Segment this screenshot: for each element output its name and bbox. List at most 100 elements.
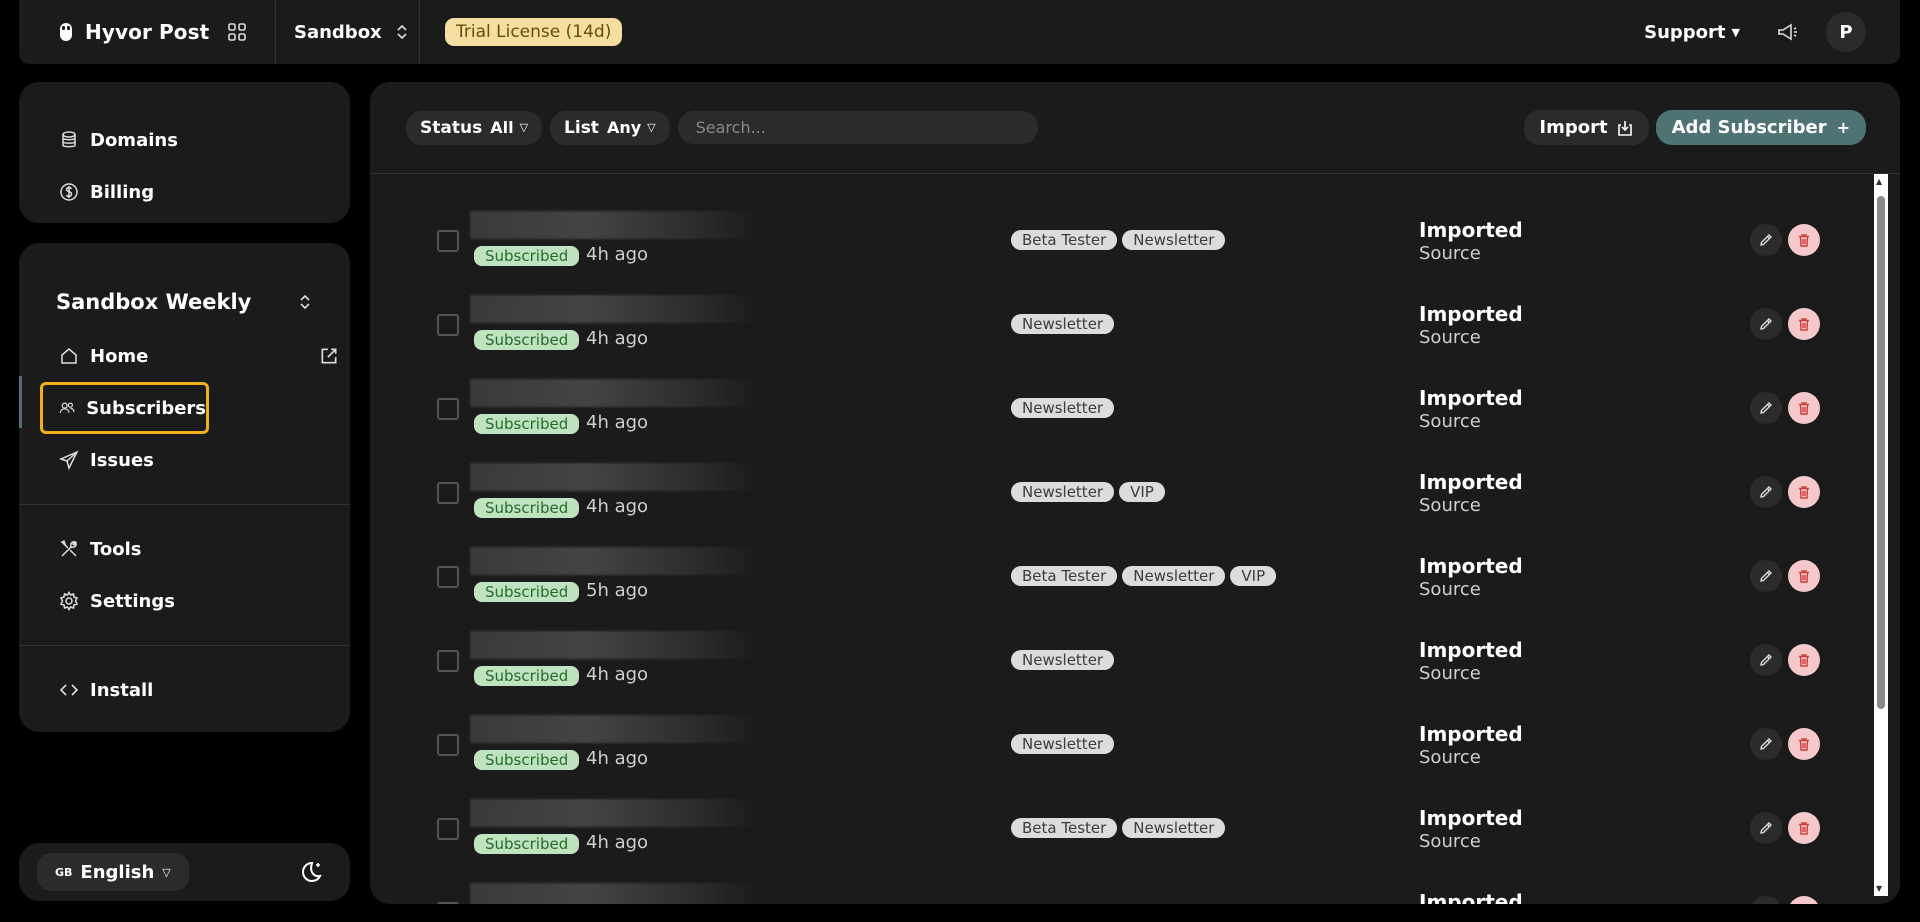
edit-button[interactable] xyxy=(1750,392,1782,424)
delete-button[interactable] xyxy=(1788,644,1820,676)
search-input[interactable] xyxy=(677,111,1038,144)
email-redacted xyxy=(470,547,760,575)
subscribed-time: 4h ago xyxy=(586,748,649,769)
dark-mode-icon[interactable] xyxy=(298,859,324,885)
edit-button[interactable] xyxy=(1750,812,1782,844)
add-subscriber-button[interactable]: Add Subscriber + xyxy=(1655,110,1866,145)
trial-license-badge[interactable]: Trial License (14d) xyxy=(445,18,623,46)
divider xyxy=(19,504,350,505)
edit-button[interactable] xyxy=(1750,224,1782,256)
row-checkbox[interactable] xyxy=(437,398,459,420)
import-button[interactable]: Import xyxy=(1524,110,1649,145)
pencil-icon xyxy=(1760,318,1772,330)
list-tag: Newsletter xyxy=(1011,734,1115,754)
row-checkbox[interactable] xyxy=(437,734,459,756)
scroll-down-icon[interactable]: ▼ xyxy=(1876,884,1882,893)
scroll-up-icon[interactable]: ▲ xyxy=(1876,177,1882,186)
table-row[interactable]: Subscribed 4h ago Beta Tester Newsletter … xyxy=(370,790,1900,874)
row-actions xyxy=(1750,812,1820,844)
scroll-thumb[interactable] xyxy=(1877,196,1885,709)
delete-button[interactable] xyxy=(1788,308,1820,340)
brand[interactable]: Hyvor Post xyxy=(19,0,276,64)
project-switcher[interactable]: Sandbox xyxy=(276,0,420,64)
sidebar-item-billing[interactable]: Billing xyxy=(19,166,350,218)
preferences-panel: GB English ▽ xyxy=(19,843,350,901)
email-redacted xyxy=(470,883,760,904)
delete-button[interactable] xyxy=(1788,224,1820,256)
project-title: Sandbox Weekly xyxy=(56,289,252,314)
list-tags: Newsletter VIP xyxy=(1011,482,1170,502)
database-icon xyxy=(62,131,76,148)
sidebar-item-subscribers[interactable]: Subscribers xyxy=(40,382,209,434)
source-cell: Imported Source xyxy=(1419,302,1523,348)
source-value: Imported xyxy=(1419,890,1523,904)
table-row[interactable]: Subscribed 4h ago Newsletter Imported So… xyxy=(370,706,1900,790)
sidebar-item-issues[interactable]: Issues xyxy=(19,434,350,486)
delete-button[interactable] xyxy=(1788,560,1820,592)
delete-button[interactable] xyxy=(1788,392,1820,424)
row-checkbox[interactable] xyxy=(437,818,459,840)
delete-button[interactable] xyxy=(1788,728,1820,760)
trash-icon xyxy=(1799,654,1809,667)
row-checkbox[interactable] xyxy=(437,482,459,504)
edit-button[interactable] xyxy=(1750,896,1782,904)
support-menu[interactable]: Support ▼ xyxy=(1644,22,1740,43)
table-row[interactable]: Subscribed 4h ago Newsletter Imported So… xyxy=(370,370,1900,454)
apps-grid-icon[interactable] xyxy=(227,22,247,42)
status-badge: Subscribed xyxy=(474,498,580,518)
tools-icon xyxy=(60,539,77,557)
email-redacted xyxy=(470,211,760,239)
sidebar-item-settings[interactable]: Settings xyxy=(19,575,350,627)
sidebar-item-home[interactable]: Home xyxy=(19,330,350,382)
table-row[interactable]: Subscribed 5h ago Beta Tester Newsletter V… xyxy=(370,538,1900,622)
sidebar-item-install[interactable]: Install xyxy=(19,664,350,716)
trash-icon xyxy=(1799,822,1809,835)
external-link-icon[interactable] xyxy=(319,346,339,366)
list-tag: Newsletter xyxy=(1011,482,1115,502)
source-label: Source xyxy=(1419,411,1481,432)
edit-button[interactable] xyxy=(1750,308,1782,340)
sidebar-item-label: Settings xyxy=(90,590,175,612)
source-value: Imported xyxy=(1419,722,1523,746)
pencil-icon xyxy=(1760,822,1772,834)
list-filter[interactable]: List Any ▽ xyxy=(550,110,670,145)
table-row[interactable]: Subscribed 4h ago Newsletter Imported So… xyxy=(370,622,1900,706)
status-filter[interactable]: Status All ▽ xyxy=(406,110,543,145)
language-selector[interactable]: GB English ▽ xyxy=(37,853,189,891)
status-filter-label: Status xyxy=(420,117,483,138)
row-checkbox[interactable] xyxy=(437,902,459,904)
avatar[interactable]: P xyxy=(1826,12,1866,52)
email-redacted xyxy=(470,631,760,659)
caret-down-icon: ▼ xyxy=(1731,25,1740,39)
project-selector[interactable]: Sandbox Weekly xyxy=(19,243,350,328)
row-checkbox[interactable] xyxy=(437,314,459,336)
list-tags: Beta Tester Newsletter xyxy=(1011,230,1230,250)
row-checkbox[interactable] xyxy=(437,566,459,588)
sidebar-item-tools[interactable]: Tools xyxy=(19,523,350,575)
table-row[interactable]: Subscribed 4h ago Newsletter VIP Imported… xyxy=(370,454,1900,538)
edit-button[interactable] xyxy=(1750,476,1782,508)
trash-icon xyxy=(1799,234,1809,247)
megaphone-icon[interactable] xyxy=(1776,22,1798,42)
delete-button[interactable] xyxy=(1788,476,1820,508)
pencil-icon xyxy=(1760,738,1772,750)
list-tags: Beta Tester Newsletter VIP xyxy=(1011,566,1281,586)
table-row[interactable]: Subscribed 4h ago Beta Tester Newsletter … xyxy=(370,202,1900,286)
sidebar-item-label: Issues xyxy=(90,449,154,471)
list-tag: VIP xyxy=(1230,566,1277,586)
row-checkbox[interactable] xyxy=(437,230,459,252)
row-checkbox[interactable] xyxy=(437,650,459,672)
import-label: Import xyxy=(1539,117,1608,138)
table-row[interactable]: Subscribed 4h ago Newsletter Imported So… xyxy=(370,286,1900,370)
list-filter-label: List xyxy=(564,117,599,138)
delete-button[interactable] xyxy=(1788,812,1820,844)
list-tags: Beta Tester Newsletter xyxy=(1011,818,1230,838)
scrollbar[interactable]: ▲ ▼ xyxy=(1874,174,1888,896)
edit-button[interactable] xyxy=(1750,728,1782,760)
source-label: Source xyxy=(1419,663,1481,684)
sidebar-item-domains[interactable]: Domains xyxy=(19,114,350,166)
edit-button[interactable] xyxy=(1750,644,1782,676)
table-row[interactable]: Imported xyxy=(370,874,1900,904)
delete-button[interactable] xyxy=(1788,896,1820,904)
edit-button[interactable] xyxy=(1750,560,1782,592)
